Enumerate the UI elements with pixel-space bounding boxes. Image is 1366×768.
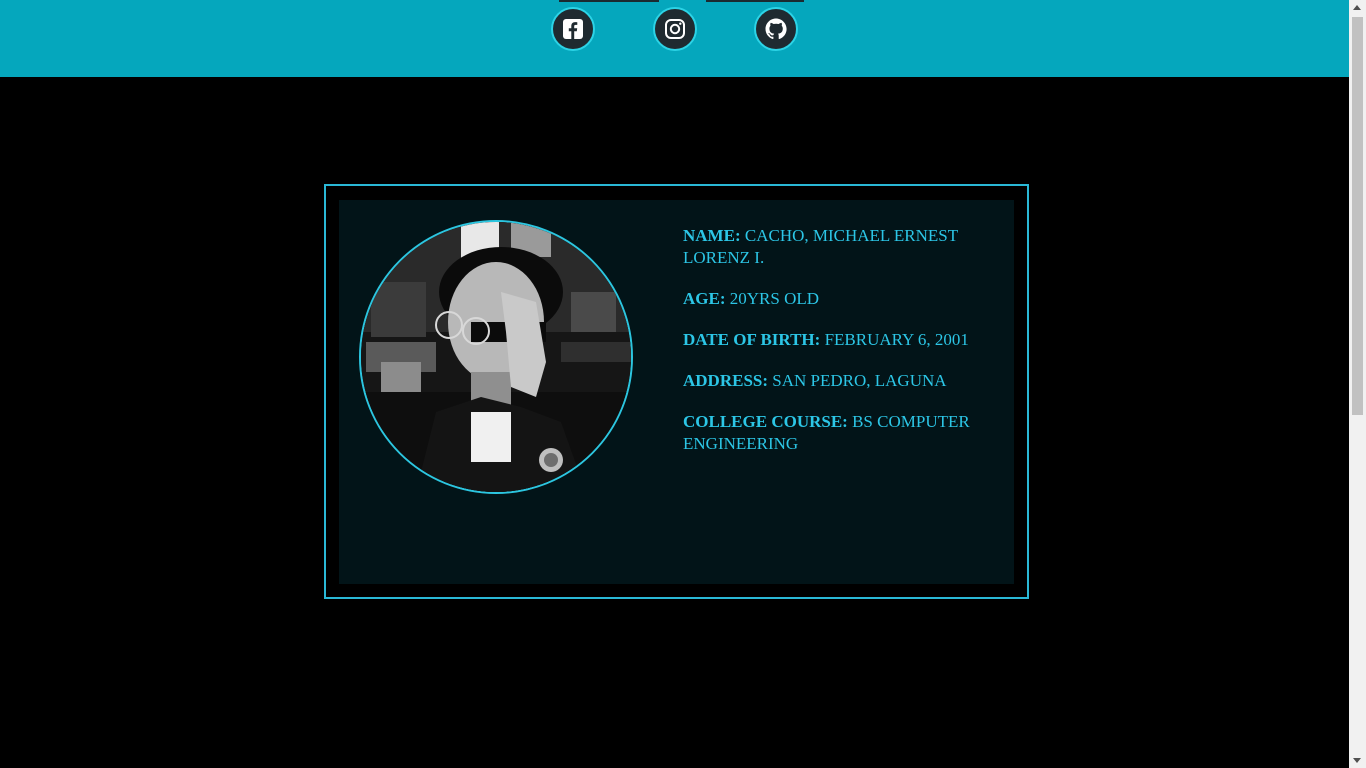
facebook-icon xyxy=(561,17,585,41)
field-label: COLLEGE COURSE: xyxy=(683,412,848,431)
page: NAME: CACHO, MICHAEL ERNEST LORENZ I. AG… xyxy=(0,0,1349,768)
instagram-link[interactable] xyxy=(653,7,697,51)
avatar xyxy=(359,220,633,494)
instagram-icon xyxy=(663,17,687,41)
field-label: NAME: xyxy=(683,226,741,245)
profile-field-address: ADDRESS: SAN PEDRO, LAGUNA xyxy=(683,370,983,392)
field-value: SAN PEDRO, LAGUNA xyxy=(768,371,947,390)
scrollbar-thumb[interactable] xyxy=(1352,17,1363,415)
field-label: ADDRESS: xyxy=(683,371,769,390)
github-icon xyxy=(764,17,788,41)
scroll-down-icon[interactable] xyxy=(1353,758,1361,763)
profile-info: NAME: CACHO, MICHAEL ERNEST LORENZ I. AG… xyxy=(683,225,983,474)
header-bar xyxy=(0,0,1349,77)
vertical-scrollbar[interactable] xyxy=(1349,0,1366,768)
field-label: DATE OF BIRTH: xyxy=(683,330,821,349)
profile-field-college-course: COLLEGE COURSE: BS COMPUTER ENGINEERING xyxy=(683,411,983,455)
nav-underline xyxy=(559,0,659,2)
profile-field-name: NAME: CACHO, MICHAEL ERNEST LORENZ I. xyxy=(683,225,983,269)
profile-photo xyxy=(361,222,631,492)
profile-card-inner: NAME: CACHO, MICHAEL ERNEST LORENZ I. AG… xyxy=(339,200,1014,584)
profile-card: NAME: CACHO, MICHAEL ERNEST LORENZ I. AG… xyxy=(324,184,1029,599)
profile-field-date-of-birth: DATE OF BIRTH: FEBRUARY 6, 2001 xyxy=(683,329,983,351)
field-value: FEBRUARY 6, 2001 xyxy=(820,330,969,349)
field-value: 20YRS OLD xyxy=(725,289,820,308)
nav-underline xyxy=(706,0,804,2)
scroll-up-icon[interactable] xyxy=(1353,5,1361,10)
profile-field-age: AGE: 20YRS OLD xyxy=(683,288,983,310)
facebook-link[interactable] xyxy=(551,7,595,51)
github-link[interactable] xyxy=(754,7,798,51)
field-label: AGE: xyxy=(683,289,726,308)
